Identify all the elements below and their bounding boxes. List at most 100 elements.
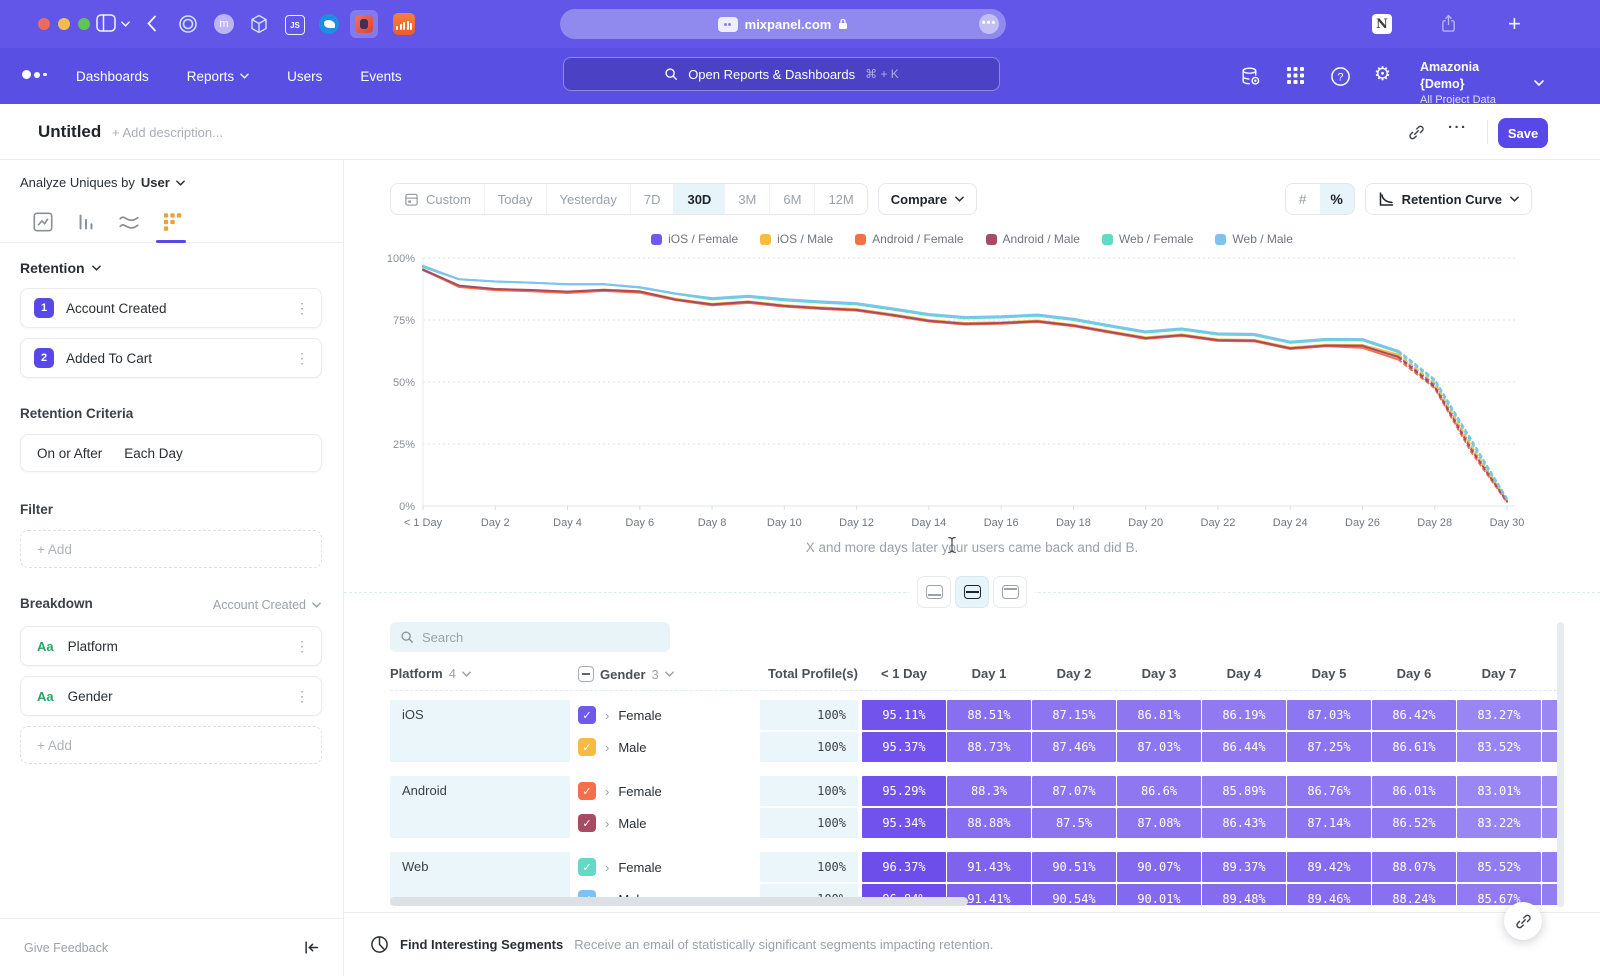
range-3m[interactable]: 3M — [724, 184, 769, 214]
retention-value-cell[interactable]: 86.6% — [1117, 776, 1201, 806]
retention-value-cell[interactable]: 96.37% — [862, 852, 946, 882]
help-icon[interactable]: ? — [1330, 66, 1351, 92]
retention-value-cell[interactable]: 86.19% — [1202, 700, 1286, 730]
day-column-header[interactable]: Day 1 — [947, 666, 1031, 681]
table-search-input[interactable]: Search — [390, 622, 670, 652]
extension-target-icon[interactable] — [178, 14, 198, 34]
retention-value-cell[interactable]: 91.43% — [947, 852, 1031, 882]
retention-value-cell[interactable]: 87.5% — [1032, 808, 1116, 838]
range-yesterday[interactable]: Yesterday — [546, 184, 630, 214]
retention-value-cell[interactable]: 90.51% — [1032, 852, 1116, 882]
legend-item-web-male[interactable]: Web / Male — [1215, 232, 1292, 246]
range-12m[interactable]: 12M — [814, 184, 866, 214]
unit-absolute-button[interactable]: # — [1286, 184, 1320, 214]
day-column-header[interactable]: Day 5 — [1287, 666, 1371, 681]
window-zoom-button[interactable] — [78, 18, 90, 30]
retention-value-cell[interactable]: 86.61% — [1372, 732, 1456, 762]
extension-password-manager-icon[interactable] — [350, 10, 378, 38]
settings-gear-icon[interactable]: ⚙ — [1374, 63, 1391, 86]
extension-js-icon[interactable]: JS — [285, 15, 305, 35]
expand-row-chevron-icon[interactable]: › — [605, 708, 609, 723]
horizontal-scrollbar[interactable] — [390, 897, 968, 906]
retention-value-cell[interactable]: 87.46% — [1032, 732, 1116, 762]
data-management-icon[interactable] — [1240, 66, 1261, 92]
nav-item-users[interactable]: Users — [287, 69, 322, 84]
retention-value-cell[interactable]: 89.48% — [1202, 884, 1286, 905]
expand-row-chevron-icon[interactable]: › — [605, 860, 609, 875]
breakdown-gender[interactable]: Aa Gender ⋮ — [20, 676, 322, 716]
window-minimize-button[interactable] — [58, 18, 70, 30]
retention-value-cell[interactable]: 83.27% — [1457, 700, 1541, 730]
day-column-header[interactable]: Day 3 — [1117, 666, 1201, 681]
criteria-operator-dropdown[interactable]: On or After — [37, 446, 102, 461]
project-chevron-icon[interactable] — [1534, 73, 1544, 91]
day-column-header[interactable]: Day 4 — [1202, 666, 1286, 681]
legend-item-android-female[interactable]: Android / Female — [855, 232, 963, 246]
legend-item-ios-female[interactable]: iOS / Female — [651, 232, 738, 246]
series-checkbox[interactable]: ✓ — [578, 858, 596, 876]
range-today[interactable]: Today — [484, 184, 546, 214]
series-checkbox[interactable]: ✓ — [578, 706, 596, 724]
retention-value-cell[interactable]: 95.34% — [862, 808, 946, 838]
add-breakdown-button[interactable]: + Add — [20, 726, 322, 764]
table-only-view-button[interactable] — [993, 576, 1027, 608]
expand-row-chevron-icon[interactable]: › — [605, 816, 609, 831]
retention-value-cell[interactable]: 83.01% — [1457, 776, 1541, 806]
retention-section-header[interactable]: Retention — [20, 260, 101, 276]
legend-item-web-female[interactable]: Web / Female — [1102, 232, 1193, 246]
indeterminate-checkbox[interactable] — [578, 666, 594, 682]
retention-line-web-male[interactable] — [423, 266, 1399, 351]
retention-value-cell[interactable]: 87.08% — [1117, 808, 1201, 838]
step-options-kebab-icon[interactable]: ⋮ — [295, 351, 309, 365]
extension-soundcloud-icon[interactable] — [393, 13, 415, 35]
more-options-icon[interactable]: ··· — [1448, 119, 1468, 136]
tab-funnels[interactable] — [74, 210, 98, 234]
nav-item-events[interactable]: Events — [360, 69, 401, 84]
retention-value-cell[interactable]: 87.03% — [1287, 700, 1371, 730]
address-bar[interactable]: mixpanel.com ••• — [560, 9, 1006, 39]
step-event-name[interactable]: Account Created — [66, 301, 167, 316]
retention-value-cell[interactable]: 90.01% — [1117, 884, 1201, 905]
retention-value-cell[interactable]: 86.01% — [1372, 776, 1456, 806]
expand-row-chevron-icon[interactable]: › — [605, 784, 609, 799]
notion-app-icon[interactable]: N — [1372, 14, 1392, 34]
report-title[interactable]: Untitled — [38, 122, 101, 142]
retention-value-cell[interactable]: 90.07% — [1117, 852, 1201, 882]
retention-value-cell[interactable]: 83.52% — [1457, 732, 1541, 762]
project-switcher[interactable]: Amazonia {Demo} All Project Data — [1420, 59, 1524, 107]
retention-value-cell[interactable]: 88.24% — [1372, 884, 1456, 905]
retention-step-1[interactable]: 1 Account Created ⋮ — [20, 288, 322, 328]
breakdown-property-name[interactable]: Gender — [68, 689, 113, 704]
day-column-header[interactable]: Day 7 — [1457, 666, 1541, 681]
retention-value-cell[interactable]: 89.42% — [1287, 852, 1371, 882]
apps-grid-icon[interactable] — [1286, 66, 1305, 90]
split-view-button[interactable] — [955, 576, 989, 608]
vertical-scrollbar[interactable] — [1557, 622, 1564, 907]
give-feedback-link[interactable]: Give Feedback — [24, 941, 108, 955]
platform-column-header[interactable]: Platform4 — [390, 666, 471, 681]
total-profiles-column-header[interactable]: Total Profile(s) — [760, 666, 858, 681]
retention-value-cell[interactable]: 85.89% — [1202, 776, 1286, 806]
breakdown-platform[interactable]: Aa Platform ⋮ — [20, 626, 322, 666]
range-30d[interactable]: 30D — [673, 184, 724, 214]
step-options-kebab-icon[interactable]: ⋮ — [295, 301, 309, 315]
copy-link-icon[interactable] — [1408, 124, 1425, 146]
breakdown-property-name[interactable]: Platform — [68, 639, 118, 654]
retention-value-cell[interactable]: 87.15% — [1032, 700, 1116, 730]
step-event-name[interactable]: Added To Cart — [66, 351, 152, 366]
criteria-period-dropdown[interactable]: Each Day — [124, 446, 183, 461]
tab-insights[interactable] — [31, 210, 55, 234]
retention-value-cell[interactable]: 86.42% — [1372, 700, 1456, 730]
retention-value-cell[interactable]: 86.44% — [1202, 732, 1286, 762]
back-button-icon[interactable] — [147, 15, 157, 32]
retention-value-cell[interactable]: 87.03% — [1117, 732, 1201, 762]
day-column-header[interactable]: Day 2 — [1032, 666, 1116, 681]
day-column-header[interactable]: Day 6 — [1372, 666, 1456, 681]
retention-value-cell[interactable]: 86.43% — [1202, 808, 1286, 838]
address-more-icon[interactable]: ••• — [979, 14, 999, 34]
retention-value-cell[interactable]: 85.52% — [1457, 852, 1541, 882]
extension-bird-icon[interactable] — [319, 14, 339, 34]
retention-value-cell[interactable]: 87.07% — [1032, 776, 1116, 806]
platform-cell[interactable]: iOS — [390, 700, 570, 762]
chart-only-view-button[interactable] — [917, 576, 951, 608]
